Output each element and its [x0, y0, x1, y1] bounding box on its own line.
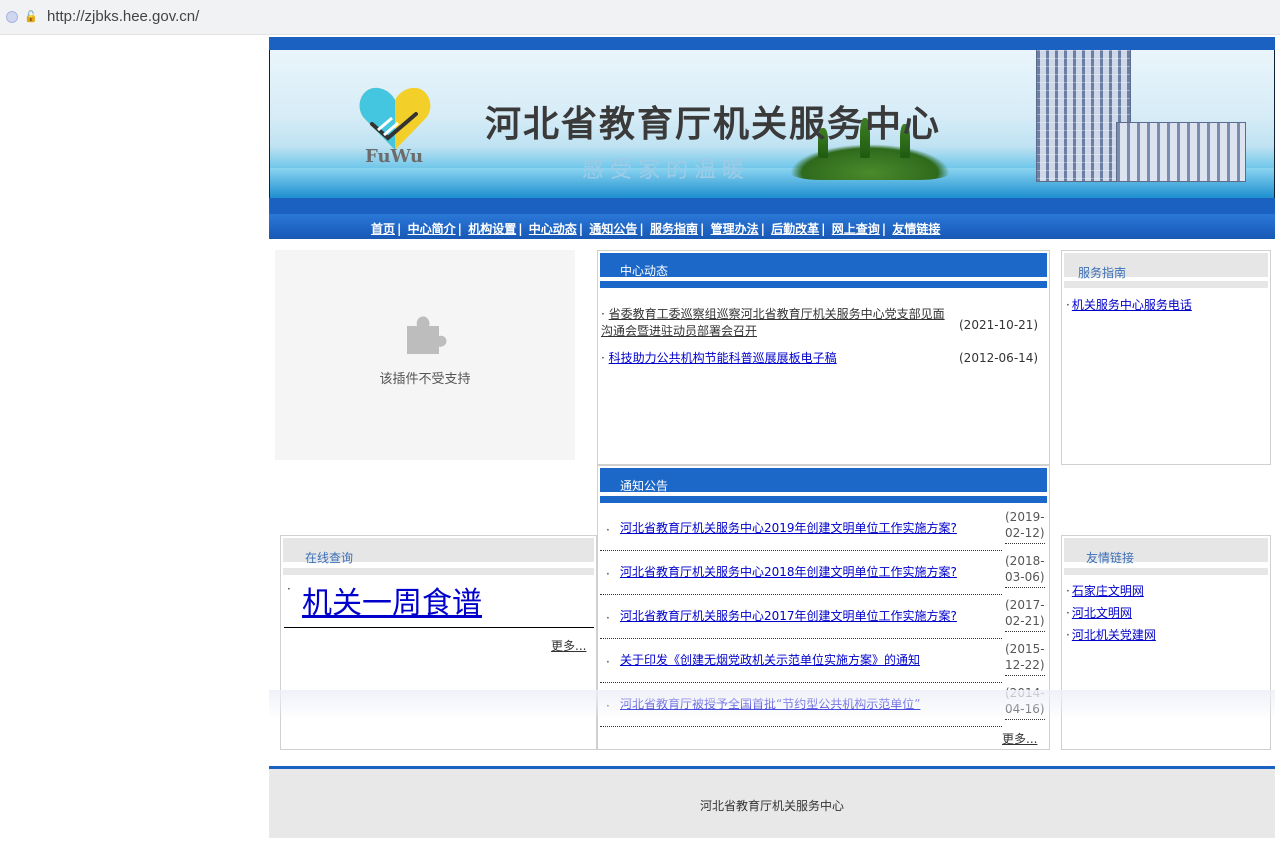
weekly-menu-link[interactable]: 机关一周食谱	[302, 578, 482, 622]
center-news-title: 中心动态	[620, 264, 669, 278]
bullet: ·	[606, 523, 610, 537]
list-item: · 河北文明网	[1066, 606, 1132, 620]
nav-reform[interactable]: 后勤改革	[771, 222, 819, 236]
bullet: ·	[601, 307, 609, 321]
nav-top-strip	[269, 198, 1275, 214]
nav-news[interactable]: 中心动态	[529, 222, 577, 236]
building-wing	[1116, 122, 1246, 182]
top-bar	[269, 37, 1275, 50]
center-news-strip	[600, 281, 1047, 288]
notices-strip	[600, 496, 1047, 503]
list-item: · 石家庄文明网	[1066, 584, 1144, 598]
divider	[284, 627, 594, 628]
bullet: ·	[601, 351, 609, 365]
banner-building	[1016, 50, 1246, 182]
address-bar[interactable]: 🔓 http://zjbks.hee.gov.cn/	[0, 0, 1280, 35]
online-query-title: 在线查询	[305, 551, 354, 565]
notices-panel: 通知公告 · 河北省教育厅机关服务中心2019年创建文明单位工作实施方案? (2…	[597, 465, 1050, 750]
online-query-header: 在线查询	[283, 538, 594, 565]
site-banner: FuWu 河北省教育厅机关服务中心 感受家的温暖	[269, 50, 1275, 198]
insecure-lock-icon[interactable]: 🔓	[24, 10, 38, 24]
main-nav: 首页 | 中心简介 | 机构设置 | 中心动态 | 通知公告 | 服务指南 | 管理办法 | …	[269, 214, 1275, 239]
puzzle-piece-icon	[407, 316, 447, 354]
notices-more-link[interactable]: 更多...	[1002, 730, 1037, 747]
table-row: · 河北省教育厅机关服务中心2017年创建文明单位工作实施方案? (2017-0…	[600, 597, 1045, 640]
table-row: · 关于印发《创建无烟党政机关示范单位实施方案》的通知 (2015-12-22)	[600, 641, 1045, 684]
notice-date: (2014-04-16)	[1005, 685, 1045, 720]
unsupported-plugin: 该插件不受支持	[275, 250, 575, 460]
news-link[interactable]: 科技助力公共机构节能科普巡展展板电子稿	[609, 351, 837, 365]
friend-links-header: 友情链接	[1064, 538, 1268, 565]
news-date: (2021-10-21)	[959, 318, 1039, 332]
notice-link[interactable]: 关于印发《创建无烟党政机关示范单位实施方案》的通知	[620, 651, 920, 668]
nav-guide[interactable]: 服务指南	[650, 222, 698, 236]
nav-query[interactable]: 网上查询	[832, 222, 880, 236]
notice-link[interactable]: 河北省教育厅被授予全国首批“节约型公共机构示范单位”	[620, 695, 920, 712]
service-guide-header: 服务指南	[1064, 253, 1268, 280]
friend-links-title: 友情链接	[1086, 551, 1135, 565]
globe-icon	[6, 11, 18, 23]
friend-link[interactable]: 河北文明网	[1072, 606, 1132, 620]
friend-links-strip	[1064, 568, 1268, 575]
friend-link[interactable]: 石家庄文明网	[1072, 584, 1144, 598]
news-date: (2012-06-14)	[959, 351, 1039, 365]
news-link[interactable]: 省委教育工委巡察组巡察河北省教育厅机关服务中心党支部见面沟通会暨进驻动员部署会召…	[601, 307, 945, 338]
nav-links[interactable]: 友情链接	[892, 222, 940, 236]
bullet: ·	[606, 611, 610, 625]
nav-items: 首页 | 中心简介 | 机构设置 | 中心动态 | 通知公告 | 服务指南 | 管理办法 | …	[371, 222, 941, 236]
list-item: · 机关服务中心服务电话	[1066, 298, 1192, 312]
bullet: ·	[606, 699, 610, 713]
nav-about[interactable]: 中心简介	[408, 222, 456, 236]
notice-date: (2018-03-06)	[1005, 553, 1045, 588]
online-query-more-link[interactable]: 更多...	[551, 637, 586, 654]
service-guide-strip	[1064, 281, 1268, 288]
bullet: ·	[287, 582, 291, 596]
friend-links-panel: 友情链接 · 石家庄文明网 · 河北文明网 · 河北机关党建网	[1061, 535, 1271, 750]
logo-text: FuWu	[365, 146, 424, 167]
service-guide-title: 服务指南	[1078, 266, 1127, 280]
service-guide-panel: 服务指南 · 机关服务中心服务电话	[1061, 250, 1271, 465]
friend-link[interactable]: 河北机关党建网	[1072, 628, 1156, 642]
table-row: · 河北省教育厅机关服务中心2019年创建文明单位工作实施方案? (2019-0…	[600, 509, 1045, 552]
nav-org[interactable]: 机构设置	[468, 222, 516, 236]
table-row: · 河北省教育厅被授予全国首批“节约型公共机构示范单位” (2014-04-16…	[600, 685, 1045, 728]
notices-title: 通知公告	[620, 479, 669, 493]
online-query-panel: 在线查询 · 机关一周食谱 更多...	[280, 535, 597, 750]
site-footer: 河北省教育厅机关服务中心	[269, 766, 1275, 838]
plugin-message: 该插件不受支持	[379, 372, 471, 387]
notice-date: (2017-02-21)	[1005, 597, 1045, 632]
center-news-panel: 中心动态 · 省委教育工委巡察组巡察河北省教育厅机关服务中心党支部见面沟通会暨进…	[597, 250, 1050, 465]
url-text[interactable]: http://zjbks.hee.gov.cn/	[47, 8, 199, 25]
footer-text: 河北省教育厅机关服务中心	[699, 799, 844, 813]
notice-link[interactable]: 河北省教育厅机关服务中心2018年创建文明单位工作实施方案?	[620, 563, 957, 580]
banner-island	[790, 144, 950, 180]
site-title: 河北省教育厅机关服务中心	[485, 103, 942, 145]
bullet: ·	[606, 567, 610, 581]
online-query-strip	[283, 568, 594, 575]
bullet: ·	[606, 655, 610, 669]
service-guide-link[interactable]: 机关服务中心服务电话	[1072, 298, 1192, 312]
nav-rules[interactable]: 管理办法	[711, 222, 759, 236]
notice-link[interactable]: 河北省教育厅机关服务中心2019年创建文明单位工作实施方案?	[620, 519, 957, 536]
notice-date: (2015-12-22)	[1005, 641, 1045, 676]
list-item: · 河北机关党建网	[1066, 628, 1156, 642]
table-row: · 河北省教育厅机关服务中心2018年创建文明单位工作实施方案? (2018-0…	[600, 553, 1045, 596]
center-news-header: 中心动态	[600, 253, 1047, 278]
notices-header: 通知公告	[600, 468, 1047, 493]
notice-date: (2019-02-12)	[1005, 509, 1045, 544]
site-slogan: 感受家的温暖	[582, 158, 751, 183]
notice-link[interactable]: 河北省教育厅机关服务中心2017年创建文明单位工作实施方案?	[620, 607, 957, 624]
nav-home[interactable]: 首页	[371, 222, 395, 236]
nav-notices[interactable]: 通知公告	[589, 222, 637, 236]
